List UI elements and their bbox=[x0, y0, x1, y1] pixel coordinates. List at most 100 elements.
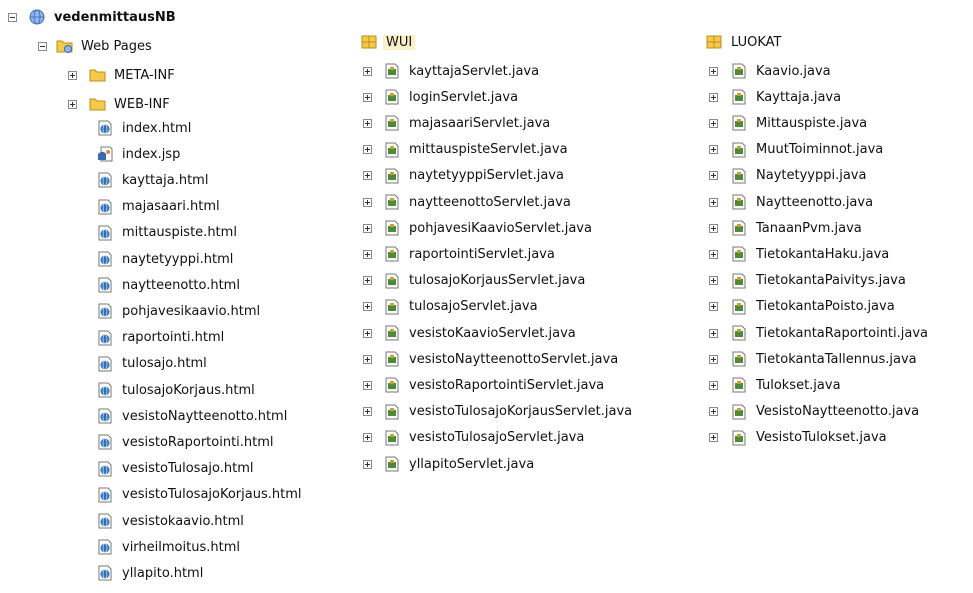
collapse-toggle[interactable] bbox=[8, 12, 17, 22]
expand-toggle[interactable] bbox=[363, 145, 372, 155]
file-node[interactable]: naytteenotto.html bbox=[97, 273, 240, 297]
folder-node[interactable]: META-INF bbox=[68, 63, 175, 87]
item-label: virheilmoitus.html bbox=[122, 539, 240, 555]
java-file-node[interactable]: vesistoTulosajoKorjausServlet.java bbox=[363, 400, 632, 424]
java-file-icon bbox=[384, 168, 400, 184]
expand-toggle[interactable] bbox=[709, 302, 718, 312]
java-file-node[interactable]: tulosajoServlet.java bbox=[363, 295, 538, 319]
project-node[interactable]: vedenmittausNB bbox=[8, 5, 176, 29]
html-file-icon bbox=[97, 356, 113, 372]
expand-toggle[interactable] bbox=[363, 92, 372, 102]
java-file-node[interactable]: TanaanPvm.java bbox=[709, 216, 862, 240]
expand-toggle[interactable] bbox=[363, 380, 372, 390]
file-node[interactable]: vesistoTulosajoKorjaus.html bbox=[97, 483, 302, 507]
java-file-node[interactable]: pohjavesiKaavioServlet.java bbox=[363, 216, 592, 240]
java-file-node[interactable]: vesistoTulosajoServlet.java bbox=[363, 426, 584, 450]
wui-package-node[interactable]: WUI bbox=[361, 30, 416, 54]
web-pages-label: Web Pages bbox=[81, 38, 152, 54]
expand-toggle[interactable] bbox=[709, 433, 718, 443]
item-label: majasaariServlet.java bbox=[409, 115, 551, 131]
java-file-node[interactable]: Tulokset.java bbox=[709, 373, 841, 397]
expand-toggle[interactable] bbox=[709, 92, 718, 102]
expand-toggle[interactable] bbox=[709, 407, 718, 417]
java-file-node[interactable]: Naytetyyppi.java bbox=[709, 164, 866, 188]
java-file-node[interactable]: vesistoNaytteenottoServlet.java bbox=[363, 347, 618, 371]
expand-toggle[interactable] bbox=[709, 118, 718, 128]
java-file-node[interactable]: majasaariServlet.java bbox=[363, 111, 550, 135]
expand-toggle[interactable] bbox=[363, 118, 372, 128]
java-file-node[interactable]: Kayttaja.java bbox=[709, 85, 841, 109]
java-file-node[interactable]: Mittauspiste.java bbox=[709, 111, 867, 135]
collapse-toggle[interactable] bbox=[38, 41, 47, 51]
expand-toggle[interactable] bbox=[709, 276, 718, 286]
file-node[interactable]: tulosajoKorjaus.html bbox=[97, 378, 255, 402]
java-file-node[interactable]: TietokantaPaivitys.java bbox=[709, 269, 906, 293]
expand-toggle[interactable] bbox=[363, 197, 372, 207]
java-file-node[interactable]: naytteenottoServlet.java bbox=[363, 190, 571, 214]
web-pages-node[interactable]: Web Pages bbox=[38, 34, 152, 58]
expand-toggle[interactable] bbox=[363, 433, 372, 443]
expand-toggle[interactable] bbox=[68, 70, 77, 80]
file-node[interactable]: naytetyyppi.html bbox=[97, 247, 233, 271]
java-file-node[interactable]: Naytteenotto.java bbox=[709, 190, 873, 214]
file-node[interactable]: majasaari.html bbox=[97, 195, 220, 219]
java-file-node[interactable]: TietokantaRaportointi.java bbox=[709, 321, 928, 345]
expand-toggle[interactable] bbox=[363, 66, 372, 76]
java-file-node[interactable]: vesistoRaportointiServlet.java bbox=[363, 373, 604, 397]
java-file-node[interactable]: Kaavio.java bbox=[709, 59, 831, 83]
expand-toggle[interactable] bbox=[363, 354, 372, 364]
expand-toggle[interactable] bbox=[709, 171, 718, 181]
file-node[interactable]: vesistoTulosajo.html bbox=[97, 457, 254, 481]
java-file-node[interactable]: TietokantaTallennus.java bbox=[709, 347, 917, 371]
luokat-package-node[interactable]: LUOKAT bbox=[706, 30, 781, 54]
file-node[interactable]: index.jsp bbox=[97, 142, 180, 166]
java-file-node[interactable]: raportointiServlet.java bbox=[363, 242, 555, 266]
file-node[interactable]: tulosajo.html bbox=[97, 352, 207, 376]
java-file-node[interactable]: tulosajoKorjausServlet.java bbox=[363, 269, 585, 293]
java-file-node[interactable]: MuutToiminnot.java bbox=[709, 138, 883, 162]
expand-toggle[interactable] bbox=[363, 407, 372, 417]
expand-toggle[interactable] bbox=[709, 354, 718, 364]
file-node[interactable]: kayttaja.html bbox=[97, 168, 208, 192]
file-node[interactable]: vesistoNaytteenotto.html bbox=[97, 404, 287, 428]
expand-toggle[interactable] bbox=[709, 197, 718, 207]
item-label: naytteenotto.html bbox=[122, 277, 240, 293]
folder-node[interactable]: WEB-INF bbox=[68, 92, 170, 116]
expand-toggle[interactable] bbox=[363, 171, 372, 181]
item-label: vesistoNaytteenottoServlet.java bbox=[409, 351, 619, 367]
expand-toggle[interactable] bbox=[363, 459, 372, 469]
java-file-node[interactable]: yllapitoServlet.java bbox=[363, 452, 534, 476]
file-node[interactable]: pohjavesikaavio.html bbox=[97, 299, 260, 323]
java-file-node[interactable]: VesistoTulokset.java bbox=[709, 426, 887, 450]
java-file-node[interactable]: kayttajaServlet.java bbox=[363, 59, 539, 83]
file-node[interactable]: vesistokaavio.html bbox=[97, 509, 244, 533]
file-node[interactable]: vesistoRaportointi.html bbox=[97, 430, 274, 454]
expand-toggle[interactable] bbox=[709, 223, 718, 233]
expand-toggle[interactable] bbox=[363, 223, 372, 233]
java-file-node[interactable]: loginServlet.java bbox=[363, 85, 518, 109]
file-node[interactable]: index.html bbox=[97, 116, 191, 140]
file-node[interactable]: raportointi.html bbox=[97, 326, 224, 350]
expand-toggle[interactable] bbox=[709, 249, 718, 259]
expand-toggle[interactable] bbox=[709, 328, 718, 338]
java-file-node[interactable]: vesistoKaavioServlet.java bbox=[363, 321, 576, 345]
expand-toggle[interactable] bbox=[363, 302, 372, 312]
java-file-node[interactable]: TietokantaHaku.java bbox=[709, 242, 889, 266]
expand-toggle[interactable] bbox=[363, 276, 372, 286]
expand-toggle[interactable] bbox=[709, 145, 718, 155]
expand-toggle[interactable] bbox=[363, 249, 372, 259]
java-file-node[interactable]: naytetyyppiServlet.java bbox=[363, 164, 564, 188]
item-label: TanaanPvm.java bbox=[756, 220, 862, 236]
file-node[interactable]: yllapito.html bbox=[97, 561, 203, 585]
item-label: majasaari.html bbox=[122, 199, 220, 215]
expand-toggle[interactable] bbox=[363, 328, 372, 338]
java-file-node[interactable]: mittauspisteServlet.java bbox=[363, 138, 568, 162]
expand-toggle[interactable] bbox=[709, 66, 718, 76]
item-label: tulosajoKorjausServlet.java bbox=[409, 273, 586, 289]
expand-toggle[interactable] bbox=[68, 99, 77, 109]
java-file-node[interactable]: TietokantaPoisto.java bbox=[709, 295, 895, 319]
expand-toggle[interactable] bbox=[709, 380, 718, 390]
java-file-node[interactable]: VesistoNaytteenotto.java bbox=[709, 400, 919, 424]
file-node[interactable]: virheilmoitus.html bbox=[97, 535, 240, 559]
file-node[interactable]: mittauspiste.html bbox=[97, 221, 237, 245]
